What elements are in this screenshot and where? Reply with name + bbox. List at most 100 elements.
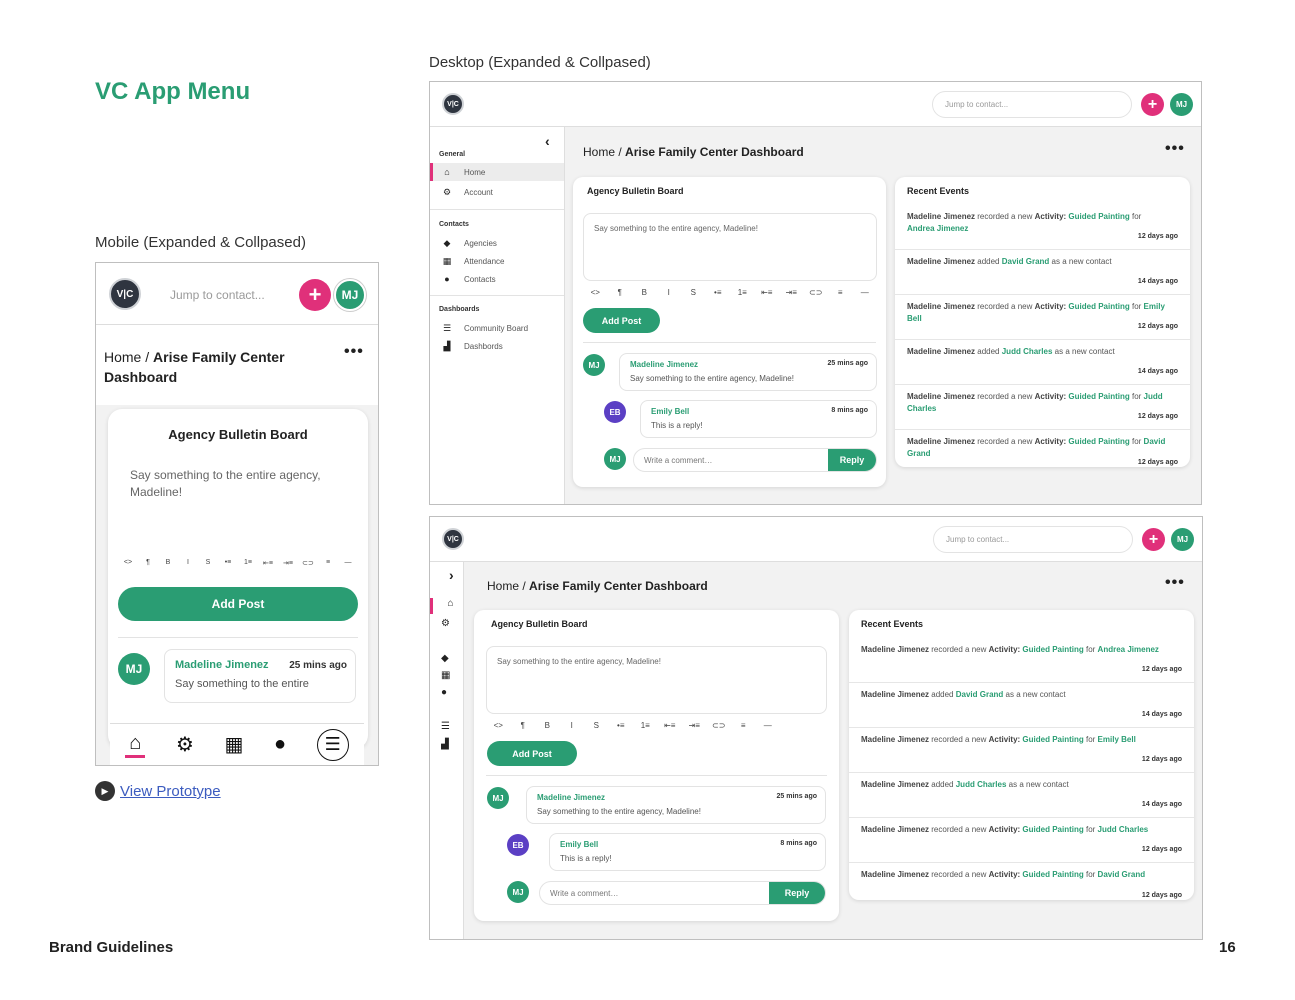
add-button[interactable]: + [1141,93,1164,116]
sidebar-item-agencies[interactable]: ◆ Agencies [440,234,497,252]
sidebar-item-contacts[interactable]: ● Contacts [440,270,495,288]
view-prototype-link[interactable]: View Prototype [120,783,221,800]
format-tool-icon[interactable]: <> [486,721,511,730]
format-tool-icon[interactable]: ⇤≡ [258,559,278,567]
format-tool-icon[interactable]: — [756,721,781,730]
gears-icon[interactable]: ⚙ [441,618,450,629]
add-post-button[interactable]: Add Post [487,741,577,766]
user-avatar[interactable]: MJ [1171,528,1194,551]
add-post-button[interactable]: Add Post [583,308,660,333]
home-icon[interactable]: ⌂ [125,732,146,758]
event-actor[interactable]: Madeline Jimenez [907,212,975,221]
format-tool-icon[interactable]: ⇤≡ [658,721,683,730]
format-tool-icon[interactable]: <> [583,288,608,297]
user-avatar[interactable]: MJ [1170,93,1193,116]
format-tool-icon[interactable]: 1≡ [633,721,658,730]
breadcrumb-home[interactable]: Home / [583,145,622,159]
more-menu-icon[interactable]: ••• [1165,140,1185,158]
event-activity-link[interactable]: Guided Painting [1022,825,1083,834]
format-tool-icon[interactable]: ≡ [828,288,853,297]
format-tool-icon[interactable]: B [632,288,657,297]
sidebar-item-community-board[interactable]: ☰ Community Board [440,319,528,337]
sidebar-item-dashboards[interactable]: ▟ Dashbords [440,337,503,355]
event-actor[interactable]: Madeline Jimenez [907,437,975,446]
event-actor[interactable]: Madeline Jimenez [861,645,929,654]
sidebar-item-attendance[interactable]: ▦ Attendance [440,252,505,270]
format-tool-icon[interactable]: •≡ [218,559,238,567]
breadcrumb-home[interactable]: Home / [487,579,526,593]
format-tool-icon[interactable]: — [853,288,878,297]
more-menu-icon[interactable]: ••• [1165,574,1185,592]
sidebar-item-account[interactable]: ⚙ Account [440,183,493,201]
event-actor[interactable]: Madeline Jimenez [907,257,975,266]
home-icon[interactable]: ⌂ [430,598,463,614]
event-target-link[interactable]: David Grand [956,690,1004,699]
person-icon[interactable]: ● [441,687,447,698]
search-input[interactable]: Jump to contact... [156,278,288,312]
format-tool-icon[interactable]: ¶ [138,559,158,567]
list-icon[interactable]: ☰ [441,721,450,732]
format-tool-icon[interactable]: ⇥≡ [682,721,707,730]
format-tool-icon[interactable]: I [657,288,682,297]
event-activity-link[interactable]: Guided Painting [1022,870,1083,879]
event-activity-link[interactable]: Guided Painting [1068,392,1129,401]
event-actor[interactable]: Madeline Jimenez [861,825,929,834]
event-target-link[interactable]: David Grand [1002,257,1050,266]
format-tool-icon[interactable]: — [338,559,358,567]
calendar-icon[interactable]: ▦ [225,732,244,757]
collapse-icon[interactable]: ‹ [545,133,550,149]
event-actor[interactable]: Madeline Jimenez [861,780,929,789]
calendar-icon[interactable]: ▦ [441,670,450,681]
event-actor[interactable]: Madeline Jimenez [907,347,975,356]
event-target-link[interactable]: Emily Bell [1098,735,1136,744]
logo[interactable]: V|C [442,93,464,115]
play-icon[interactable]: ▶ [95,781,115,801]
format-tool-icon[interactable]: •≡ [706,288,731,297]
format-tool-icon[interactable]: B [535,721,560,730]
event-activity-link[interactable]: Guided Painting [1068,302,1129,311]
format-tool-icon[interactable]: ≡ [318,559,338,567]
event-target-link[interactable]: Andrea Jimenez [907,224,968,233]
format-tool-icon[interactable]: <> [118,559,138,567]
format-tool-icon[interactable]: ⇥≡ [278,559,298,567]
post-author[interactable]: Madeline Jimenez [630,360,698,369]
search-input[interactable]: Jump to contact... [933,526,1133,553]
format-tool-icon[interactable]: S [584,721,609,730]
reply-author[interactable]: Emily Bell [651,407,689,416]
post-author[interactable]: Madeline Jimenez [537,793,605,802]
format-tool-icon[interactable]: ¶ [608,288,633,297]
format-tool-icon[interactable]: S [198,559,218,567]
format-tool-icon[interactable]: B [158,559,178,567]
expand-icon[interactable]: › [449,567,454,583]
chart-icon[interactable]: ▟ [441,739,449,750]
logo[interactable]: V|C [109,278,141,310]
format-tool-icon[interactable]: ⇥≡ [779,288,804,297]
add-button[interactable]: + [1142,528,1165,551]
add-button[interactable]: + [299,279,331,311]
comment-input[interactable]: Write a comment… Reply [633,448,877,472]
event-actor[interactable]: Madeline Jimenez [861,870,929,879]
search-input[interactable]: Jump to contact... [932,91,1132,118]
event-actor[interactable]: Madeline Jimenez [861,690,929,699]
format-tool-icon[interactable]: ⊂⊃ [707,721,732,730]
event-target-link[interactable]: Judd Charles [1002,347,1053,356]
format-tool-icon[interactable]: ⊂⊃ [804,288,829,297]
event-actor[interactable]: Madeline Jimenez [861,735,929,744]
agencies-icon[interactable]: ◆ [441,653,449,664]
post-input[interactable]: Say something to the entire agency, Made… [130,467,321,501]
format-tool-icon[interactable]: ≡ [731,721,756,730]
event-target-link[interactable]: David Grand [1098,870,1146,879]
post-input[interactable]: Say something to the entire agency, Made… [486,646,827,714]
event-target-link[interactable]: Judd Charles [956,780,1007,789]
menu-icon[interactable]: ☰ [316,728,349,761]
gears-icon[interactable]: ⚙ [176,732,194,757]
event-target-link[interactable]: Andrea Jimenez [1098,645,1159,654]
format-tool-icon[interactable]: 1≡ [730,288,755,297]
event-actor[interactable]: Madeline Jimenez [907,302,975,311]
user-avatar[interactable]: MJ [334,279,366,311]
format-tool-icon[interactable]: I [560,721,585,730]
event-activity-link[interactable]: Guided Painting [1022,735,1083,744]
format-tool-icon[interactable]: ¶ [511,721,536,730]
format-tool-icon[interactable]: S [681,288,706,297]
format-tool-icon[interactable]: ⊂⊃ [298,559,318,567]
